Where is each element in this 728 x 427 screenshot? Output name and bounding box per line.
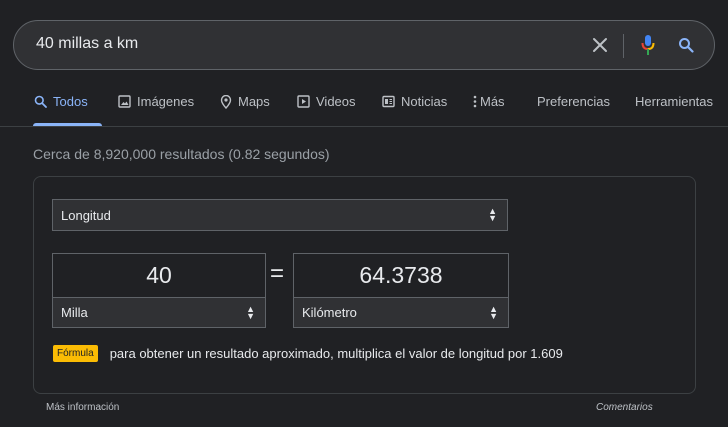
search-icon[interactable] bbox=[672, 31, 700, 59]
play-icon bbox=[296, 94, 311, 109]
search-bar[interactable]: 40 millas a km bbox=[13, 20, 715, 70]
to-unit-select[interactable]: Kilómetro ▲ ▼ bbox=[293, 297, 509, 328]
tab-label: Noticias bbox=[401, 94, 448, 109]
select-arrows-icon: ▲ ▼ bbox=[488, 206, 497, 223]
select-arrows-icon: ▲ ▼ bbox=[489, 303, 498, 321]
unit-converter-card: Longitud ▲ ▼ 40 = 64.3738 Milla ▲ ▼ Kilóme… bbox=[33, 176, 696, 394]
to-value-input[interactable]: 64.3738 bbox=[293, 253, 509, 298]
tab-label: Maps bbox=[238, 94, 270, 109]
feedback-link[interactable]: Comentarios bbox=[596, 402, 653, 413]
microphone-icon[interactable] bbox=[634, 31, 662, 59]
to-value: 64.3738 bbox=[359, 262, 443, 288]
tab-herramientas[interactable]: Herramientas bbox=[635, 94, 713, 124]
formula-badge: Fórmula bbox=[53, 345, 98, 362]
tab-label: Preferencias bbox=[537, 94, 610, 109]
formula-row: Fórmula para obtener un resultado aproxi… bbox=[53, 345, 563, 362]
search-divider bbox=[623, 34, 624, 58]
search-input[interactable]: 40 millas a km bbox=[36, 35, 138, 53]
tab-imagenes[interactable]: Imágenes bbox=[117, 94, 194, 124]
google-search-page: 40 millas a km Todos Imágenes Maps Video… bbox=[0, 0, 728, 427]
from-unit-value: Milla bbox=[61, 305, 88, 320]
tab-label: Todos bbox=[53, 94, 88, 109]
search-tabs: Todos Imágenes Maps Videos Noticias Más … bbox=[0, 94, 728, 126]
select-arrows-icon: ▲ ▼ bbox=[246, 303, 255, 321]
tab-videos[interactable]: Videos bbox=[296, 94, 356, 124]
more-vert-icon bbox=[472, 94, 478, 109]
tabs-divider bbox=[0, 126, 728, 127]
category-select[interactable]: Longitud ▲ ▼ bbox=[52, 199, 508, 231]
news-icon bbox=[381, 94, 396, 109]
tab-label: Más bbox=[480, 94, 505, 109]
equals-sign: = bbox=[270, 260, 285, 287]
more-info-link[interactable]: Más información bbox=[46, 402, 119, 413]
tab-maps[interactable]: Maps bbox=[218, 94, 270, 124]
search-icon bbox=[33, 94, 48, 109]
tab-label: Imágenes bbox=[137, 94, 195, 109]
clear-icon[interactable] bbox=[586, 31, 614, 59]
from-value-input[interactable]: 40 bbox=[52, 253, 266, 298]
formula-text: para obtener un resultado aproximado, mu… bbox=[109, 346, 563, 361]
to-unit-value: Kilómetro bbox=[302, 305, 357, 320]
map-pin-icon bbox=[218, 94, 233, 109]
category-select-value: Longitud bbox=[61, 207, 111, 223]
image-icon bbox=[117, 94, 132, 109]
tab-mas[interactable]: Más bbox=[472, 94, 505, 124]
from-value: 40 bbox=[146, 262, 172, 288]
result-stats: Cerca de 8,920,000 resultados (0.82 segu… bbox=[33, 146, 330, 162]
tab-todos[interactable]: Todos bbox=[33, 94, 88, 124]
tab-noticias[interactable]: Noticias bbox=[381, 94, 447, 124]
from-unit-select[interactable]: Milla ▲ ▼ bbox=[52, 297, 266, 328]
tab-label: Herramientas bbox=[635, 94, 714, 109]
tab-preferencias[interactable]: Preferencias bbox=[537, 94, 610, 124]
tab-label: Videos bbox=[316, 94, 356, 109]
